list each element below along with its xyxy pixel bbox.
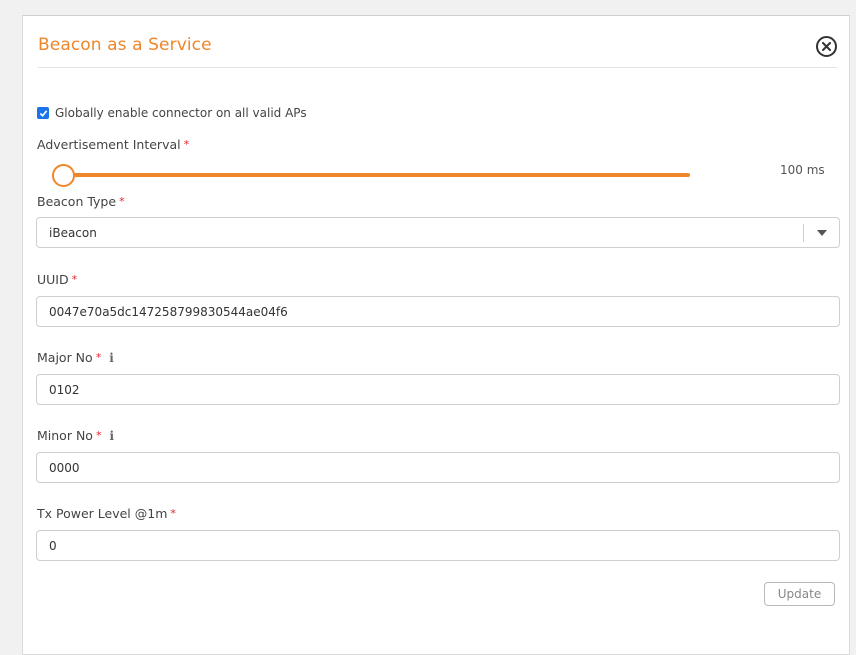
major-no-label: Major No * i — [37, 350, 114, 365]
minor-no-value: 0000 — [49, 461, 80, 475]
uuid-text: UUID — [37, 272, 69, 287]
uuid-input[interactable]: 0047e70a5dc147258799830544ae04f6 — [36, 296, 840, 327]
beacon-type-label: Beacon Type * — [37, 194, 125, 209]
advertisement-interval-text: Advertisement Interval — [37, 137, 181, 152]
panel-header: Beacon as a Service — [38, 16, 837, 68]
major-no-text: Major No — [37, 350, 93, 365]
required-mark: * — [183, 138, 190, 151]
uuid-label: UUID * — [37, 272, 77, 287]
global-enable-label: Globally enable connector on all valid A… — [55, 106, 307, 120]
advertisement-interval-value: 100 ms — [780, 163, 825, 177]
beacon-type-text: Beacon Type — [37, 194, 117, 209]
close-icon — [822, 42, 831, 51]
required-mark: * — [119, 195, 125, 208]
checkmark-icon — [39, 109, 47, 117]
required-mark: * — [170, 507, 176, 520]
chevron-down-icon — [816, 230, 827, 236]
minor-no-input[interactable]: 0000 — [36, 452, 840, 483]
advertisement-interval-label: Advertisement Interval * — [37, 137, 189, 152]
close-button[interactable] — [816, 36, 837, 57]
required-mark: * — [95, 351, 102, 364]
global-enable-row[interactable]: Globally enable connector on all valid A… — [37, 106, 307, 120]
update-button[interactable]: Update — [764, 582, 835, 606]
info-icon[interactable]: i — [109, 351, 114, 365]
minor-no-label: Minor No * i — [37, 428, 114, 443]
dropdown-toggle[interactable] — [803, 224, 839, 242]
beacon-type-select[interactable]: iBeacon — [36, 217, 840, 248]
panel-title: Beacon as a Service — [38, 35, 212, 55]
uuid-value: 0047e70a5dc147258799830544ae04f6 — [49, 305, 288, 319]
tx-power-text: Tx Power Level @1m — [37, 506, 168, 521]
advertisement-interval-slider-thumb[interactable] — [52, 164, 75, 187]
required-mark: * — [95, 429, 102, 442]
required-mark: * — [71, 273, 78, 286]
advertisement-interval-slider-track[interactable] — [52, 173, 690, 177]
beacon-type-value: iBeacon — [49, 226, 97, 240]
major-no-input[interactable]: 0102 — [36, 374, 840, 405]
tx-power-label: Tx Power Level @1m * — [37, 506, 176, 521]
major-no-value: 0102 — [49, 383, 80, 397]
info-icon[interactable]: i — [109, 429, 114, 443]
global-enable-checkbox[interactable] — [37, 107, 49, 119]
minor-no-text: Minor No — [37, 428, 93, 443]
tx-power-input[interactable]: 0 — [36, 530, 840, 561]
tx-power-value: 0 — [49, 539, 57, 553]
